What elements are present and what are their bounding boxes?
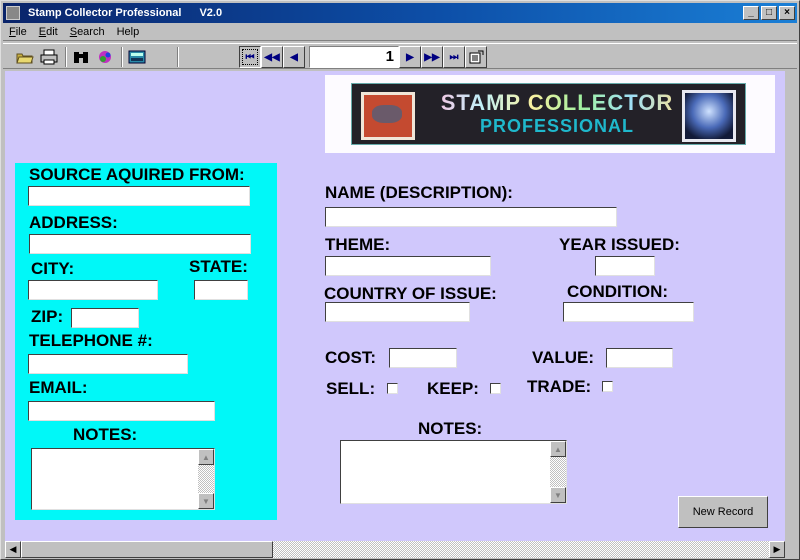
country-input[interactable]: [325, 302, 470, 322]
horizontal-scrollbar[interactable]: ◀ ▶: [5, 541, 785, 558]
trade-label: TRADE:: [527, 377, 592, 396]
scroll-down-icon[interactable]: ▼: [198, 493, 214, 509]
keep-label: KEEP:: [427, 379, 479, 398]
city-label: CITY:: [31, 259, 75, 278]
first-record-button[interactable]: ⏮: [239, 46, 261, 68]
maximize-button[interactable]: □: [761, 6, 777, 20]
toolbar: ⏮ ◀◀ ◀ 1 ▶ ▶▶ ⏭: [3, 43, 797, 69]
new-record-button[interactable]: New Record: [678, 496, 768, 528]
properties-icon[interactable]: [465, 46, 487, 68]
toolbar-separator: [177, 47, 179, 67]
prev-page-button[interactable]: ◀◀: [261, 46, 283, 68]
scroll-thumb[interactable]: [21, 541, 273, 558]
form-area: STAMP COLLECTOR PROFESSIONAL SOURCE AQUI…: [5, 71, 785, 541]
cost-input[interactable]: [389, 348, 457, 368]
condition-label: CONDITION:: [567, 282, 669, 301]
earth-stamp-image: [682, 90, 736, 142]
address-input[interactable]: [29, 234, 251, 254]
source-notes-textarea[interactable]: ▲ ▼: [31, 448, 215, 510]
sell-checkbox[interactable]: [387, 383, 398, 394]
trade-checkbox[interactable]: [602, 381, 613, 392]
window-version: V2.0: [199, 7, 223, 19]
email-input[interactable]: [28, 401, 215, 421]
close-button[interactable]: ×: [779, 6, 795, 20]
source-label: SOURCE AQUIRED FROM:: [29, 165, 245, 184]
state-input[interactable]: [194, 280, 248, 300]
next-record-button[interactable]: ▶: [399, 46, 421, 68]
logo-banner: STAMP COLLECTOR PROFESSIONAL: [325, 75, 775, 153]
name-input[interactable]: [325, 207, 617, 227]
minimize-button[interactable]: _: [743, 6, 759, 20]
value-label: VALUE:: [532, 348, 595, 367]
binoculars-find-icon[interactable]: [71, 47, 91, 67]
calculator-icon[interactable]: [127, 47, 147, 67]
menu-search[interactable]: Search: [64, 26, 111, 38]
vertical-scrollbar[interactable]: [785, 71, 797, 541]
title-bar: Stamp Collector Professional V2.0 _ □ ×: [3, 3, 797, 23]
theme-label: THEME:: [325, 235, 391, 254]
last-record-button[interactable]: ⏭: [443, 46, 465, 68]
address-label: ADDRESS:: [29, 213, 118, 232]
zip-label: ZIP:: [31, 307, 64, 326]
app-window: Stamp Collector Professional V2.0 _ □ × …: [0, 0, 800, 560]
prev-record-button[interactable]: ◀: [283, 46, 305, 68]
app-icon: [6, 6, 20, 20]
print-icon[interactable]: [39, 47, 59, 67]
value-input[interactable]: [606, 348, 673, 368]
scroll-up-icon[interactable]: ▲: [550, 441, 566, 457]
toolbar-separator: [65, 47, 67, 67]
toolbar-separator: [121, 47, 123, 67]
year-issued-input[interactable]: [595, 256, 655, 276]
menu-edit[interactable]: Edit: [33, 26, 64, 38]
cost-label: COST:: [325, 348, 376, 367]
sell-label: SELL:: [326, 379, 376, 398]
scroll-right-icon[interactable]: ▶: [769, 541, 785, 558]
zip-input[interactable]: [71, 308, 139, 328]
scroll-left-icon[interactable]: ◀: [5, 541, 21, 558]
notes-scrollbar[interactable]: ▲ ▼: [198, 449, 214, 509]
theme-input[interactable]: [325, 256, 491, 276]
next-page-button[interactable]: ▶▶: [421, 46, 443, 68]
logo-subtitle: PROFESSIONAL: [479, 116, 634, 136]
scroll-down-icon[interactable]: ▼: [550, 487, 566, 503]
color-palette-icon[interactable]: [95, 47, 115, 67]
scroll-up-icon[interactable]: ▲: [198, 449, 214, 465]
telephone-label: TELEPHONE #:: [29, 331, 153, 350]
city-input[interactable]: [28, 280, 158, 300]
menu-bar: File Edit Search Help: [3, 23, 797, 41]
record-number-input[interactable]: 1: [309, 46, 399, 68]
menu-help[interactable]: Help: [111, 26, 146, 38]
country-label: COUNTRY OF ISSUE:: [324, 284, 497, 303]
year-issued-label: YEAR ISSUED:: [559, 235, 680, 254]
telephone-input[interactable]: [28, 354, 188, 374]
open-folder-icon[interactable]: [15, 47, 35, 67]
name-label: NAME (DESCRIPTION):: [325, 183, 513, 202]
source-panel: SOURCE AQUIRED FROM: ADDRESS: CITY: STAT…: [15, 163, 277, 520]
condition-input[interactable]: [563, 302, 694, 322]
notes-scrollbar[interactable]: ▲ ▼: [550, 441, 566, 503]
keep-checkbox[interactable]: [490, 383, 501, 394]
logo-title: STAMP COLLECTOR: [432, 90, 682, 116]
stamp-notes-textarea[interactable]: ▲ ▼: [340, 440, 567, 504]
source-input[interactable]: [28, 186, 250, 206]
window-title: Stamp Collector Professional: [28, 7, 182, 19]
email-label: EMAIL:: [29, 378, 88, 397]
state-label: STATE:: [189, 257, 248, 276]
menu-file[interactable]: File: [3, 26, 33, 38]
stamp-notes-label: NOTES:: [418, 419, 483, 438]
source-notes-label: NOTES:: [73, 425, 138, 444]
inverted-jenny-stamp-image: [361, 92, 415, 140]
